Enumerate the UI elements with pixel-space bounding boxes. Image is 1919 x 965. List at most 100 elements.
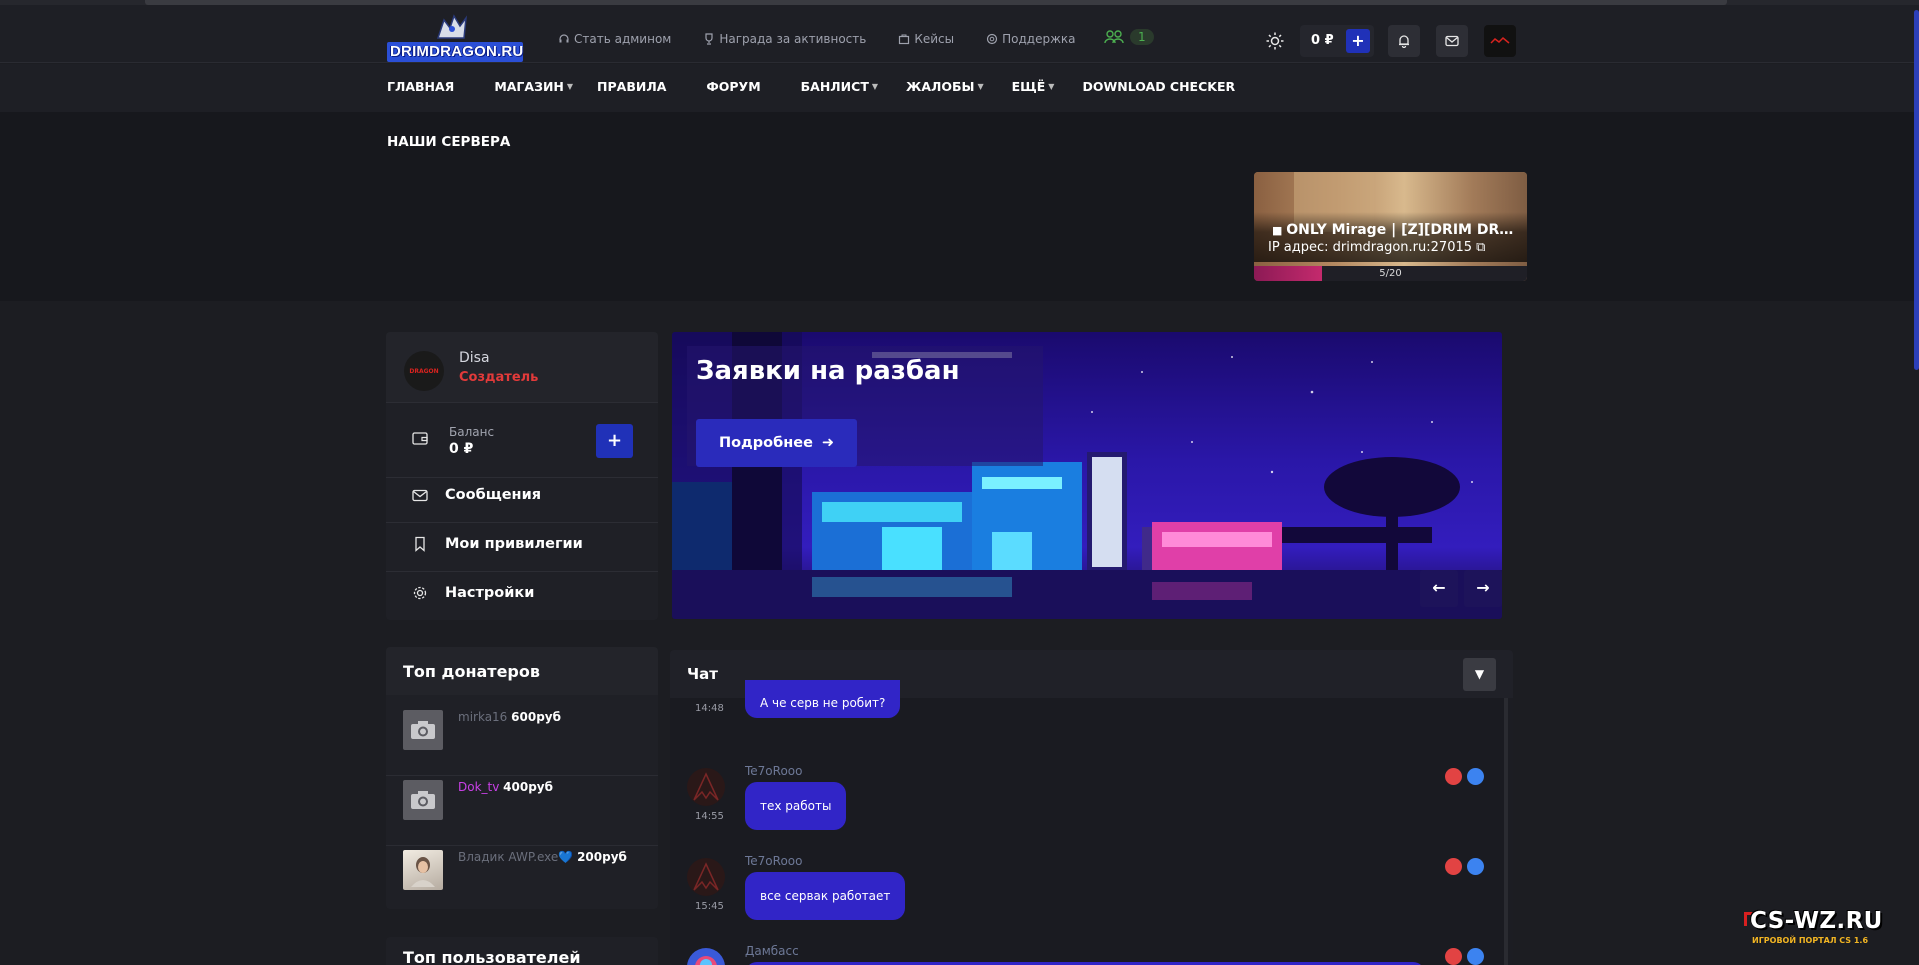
assassin-logo-icon bbox=[693, 772, 719, 801]
headset-icon bbox=[559, 34, 569, 43]
chat-collapse-button[interactable]: ▼ bbox=[1463, 658, 1496, 691]
bookmark-icon bbox=[415, 536, 425, 552]
chat-message-author[interactable]: Дамбасс bbox=[745, 944, 799, 958]
profile-username[interactable]: Disa bbox=[459, 350, 490, 366]
donor-row[interactable]: Dok_tv 400руб bbox=[386, 772, 658, 846]
chat-panel: Чат ▼ 14:48 А че серв не робит? 14:55 Te… bbox=[670, 650, 1513, 965]
donor-row[interactable]: Владик AWP.exe💙 200руб bbox=[386, 842, 658, 909]
nav-rules-label: ПРАВИЛА bbox=[597, 79, 667, 94]
messages-button[interactable] bbox=[1436, 25, 1468, 57]
main-nav: ГЛАВНАЯ МАГАЗИН ▼ ПРАВИЛА ФОРУМ БАНЛИСТ ▼ … bbox=[0, 64, 1919, 112]
donor-name[interactable]: mirka16 bbox=[458, 710, 507, 724]
online-count: 1 bbox=[1130, 29, 1154, 45]
banner-more-label: Подробнее bbox=[718, 435, 813, 451]
chat-avatar[interactable] bbox=[687, 858, 725, 896]
server-name: ONLY Mirage | [Z][DRIM DRAGON] bbox=[1272, 222, 1522, 238]
server-card[interactable]: ONLY Mirage | [Z][DRIM DRAGON] IP адрес:… bbox=[1254, 172, 1527, 281]
donor-name[interactable]: Владик AWP.exe💙 bbox=[458, 850, 573, 864]
page-scrollbar[interactable] bbox=[1914, 10, 1919, 370]
top-donators-panel: Топ донатеров mirka16 600руб Dok_tv 400р… bbox=[386, 647, 658, 909]
chevron-down-icon: ▼ bbox=[977, 82, 984, 91]
site-header: DRIMDRAGON.RU Стать админом Награда за а… bbox=[0, 5, 1919, 63]
server-ip: IP адрес: drimdragon.ru:27015 ⧉ bbox=[1268, 240, 1485, 255]
nav-complaints-label: ЖАЛОБЫ bbox=[906, 79, 975, 94]
chevron-down-icon: ▼ bbox=[1048, 82, 1055, 91]
envelope-icon bbox=[1445, 35, 1459, 47]
edit-icon[interactable] bbox=[1467, 858, 1484, 875]
server-players-count: 5/20 bbox=[1379, 268, 1402, 279]
profile-menu-settings-label: Настройки bbox=[445, 585, 535, 601]
header-links: Стать админом Награда за активность Кейс… bbox=[558, 32, 1075, 46]
chat-message-actions bbox=[1445, 948, 1484, 965]
support-icon bbox=[987, 33, 998, 45]
promo-banner[interactable]: Заявки на разбан Подробнее ➜ ← → bbox=[672, 332, 1502, 619]
server-players-bar: 5/20 bbox=[1254, 266, 1527, 281]
profile-divider bbox=[386, 522, 658, 523]
donor-info: mirka16 600руб bbox=[458, 710, 561, 724]
copy-icon[interactable]: ⧉ bbox=[1476, 240, 1485, 255]
delete-icon[interactable] bbox=[1445, 858, 1462, 875]
banner-next-button[interactable]: → bbox=[1464, 570, 1502, 607]
nav-home-label: ГЛАВНАЯ bbox=[387, 79, 455, 94]
chat-avatar[interactable] bbox=[687, 948, 725, 965]
support-link[interactable]: Поддержка bbox=[986, 32, 1075, 46]
delete-icon[interactable] bbox=[1445, 948, 1462, 965]
main-nav-items: ГЛАВНАЯ МАГАЗИН ▼ ПРАВИЛА ФОРУМ БАНЛИСТ ▼ … bbox=[387, 79, 1235, 94]
dragon-avatar-icon bbox=[1490, 37, 1510, 44]
dragon-logo-icon bbox=[436, 14, 468, 39]
donor-name[interactable]: Dok_tv bbox=[458, 780, 499, 794]
become-admin-link[interactable]: Стать админом bbox=[558, 32, 671, 46]
edit-icon[interactable] bbox=[1467, 948, 1484, 965]
donor-info: Dok_tv 400руб bbox=[458, 780, 553, 794]
chat-message-author[interactable]: Te7oRooo bbox=[745, 764, 802, 778]
add-balance-button[interactable]: + bbox=[596, 424, 633, 458]
header-topup-button[interactable]: + bbox=[1346, 29, 1370, 53]
banner-prev-button[interactable]: ← bbox=[1420, 570, 1458, 607]
profile-menu-messages[interactable]: Сообщения bbox=[412, 487, 541, 503]
chat-message-time: 15:45 bbox=[695, 901, 724, 912]
chat-message-author[interactable]: Te7oRooo bbox=[745, 854, 802, 868]
nav-shop[interactable]: МАГАЗИН ▼ bbox=[494, 79, 573, 94]
chat-avatar[interactable] bbox=[687, 768, 725, 806]
activity-reward-link[interactable]: Награда за активность bbox=[703, 32, 866, 46]
edit-icon[interactable] bbox=[1467, 768, 1484, 785]
top-users-title: Топ пользователей bbox=[403, 948, 581, 965]
profile-divider bbox=[386, 477, 658, 478]
notifications-button[interactable] bbox=[1388, 25, 1420, 57]
user-avatar-top[interactable] bbox=[1484, 25, 1516, 57]
delete-icon[interactable] bbox=[1445, 768, 1462, 785]
users-icon bbox=[1104, 30, 1124, 44]
servers-title: НАШИ СЕРВЕРА bbox=[387, 134, 511, 150]
nav-home[interactable]: ГЛАВНАЯ bbox=[387, 79, 454, 94]
support-label: Поддержка bbox=[1002, 32, 1076, 46]
donor-avatar bbox=[403, 850, 443, 890]
camera-icon bbox=[403, 710, 443, 750]
donor-row[interactable]: mirka16 600руб bbox=[386, 702, 658, 776]
chat-message-actions bbox=[1445, 768, 1484, 785]
nav-forum-label: ФОРУМ bbox=[706, 79, 761, 94]
profile-avatar[interactable]: DRAGON bbox=[404, 351, 444, 391]
nav-complaints[interactable]: ЖАЛОБЫ ▼ bbox=[906, 79, 984, 94]
nav-banlist[interactable]: БАНЛИСТ ▼ bbox=[801, 79, 878, 94]
chevron-down-icon: ▼ bbox=[871, 82, 879, 91]
chat-message-text: А че серв не робит? bbox=[745, 680, 901, 718]
header-balance-value: 0 ₽ bbox=[1311, 33, 1334, 48]
chat-message-text: все сервак работает bbox=[745, 872, 906, 920]
nav-download-checker[interactable]: DOWNLOAD CHECKER bbox=[1082, 79, 1235, 94]
profile-menu-privileges[interactable]: Мои привилегии bbox=[412, 536, 583, 552]
chat-messages[interactable]: 14:48 А че серв не робит? 14:55 Te7oRooo… bbox=[670, 680, 1508, 965]
profile-role: Создатель bbox=[459, 370, 539, 385]
watermark-big-text: CS-WZ.RU bbox=[1750, 908, 1883, 934]
banner-more-button[interactable]: Подробнее ➜ bbox=[696, 419, 857, 467]
cases-link[interactable]: Кейсы bbox=[898, 32, 954, 46]
theme-toggle-sun-icon[interactable] bbox=[1266, 32, 1284, 50]
cartoon-avatar-icon bbox=[695, 956, 717, 965]
nav-forum[interactable]: ФОРУМ bbox=[706, 79, 760, 94]
nav-rules[interactable]: ПРАВИЛА bbox=[597, 79, 666, 94]
site-logo[interactable]: DRIMDRAGON.RU bbox=[387, 12, 523, 62]
online-users[interactable]: 1 bbox=[1104, 29, 1154, 45]
camera-icon bbox=[403, 780, 443, 820]
chat-message-time: 14:55 bbox=[695, 811, 724, 822]
nav-more[interactable]: ЕЩЁ ▼ bbox=[1012, 79, 1055, 94]
profile-menu-settings[interactable]: Настройки bbox=[412, 585, 534, 601]
